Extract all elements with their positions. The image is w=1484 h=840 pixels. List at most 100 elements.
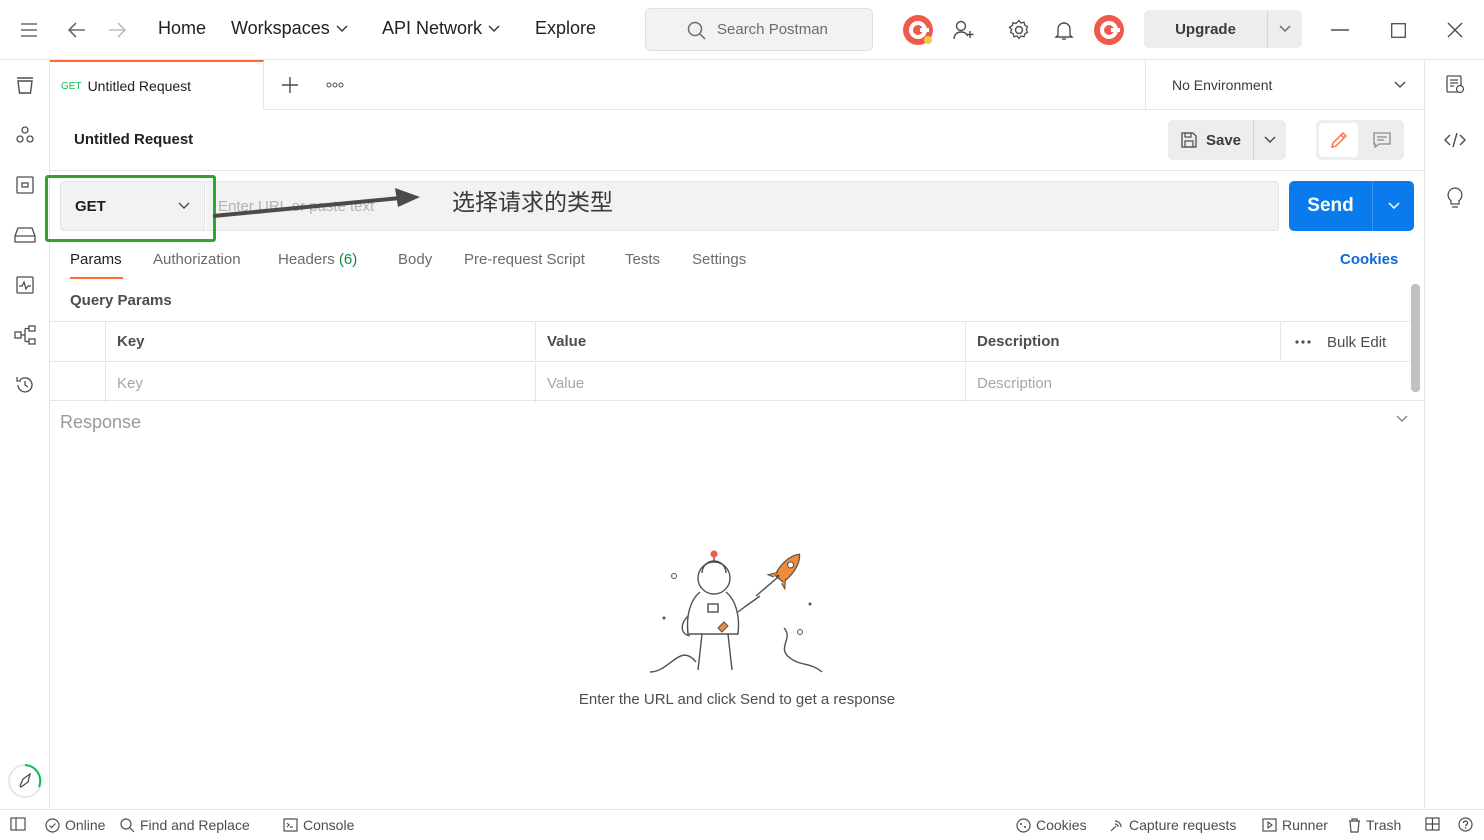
- hamburger-menu-icon[interactable]: [19, 20, 39, 40]
- tab-untitled-request[interactable]: GET Untitled Request: [50, 60, 264, 110]
- nav-home-label: Home: [158, 18, 207, 38]
- chevron-down-icon[interactable]: [1396, 415, 1408, 423]
- chevron-down-icon: [336, 24, 348, 32]
- tab-headers[interactable]: Headers (6): [278, 251, 357, 268]
- query-params-title: Query Params: [70, 292, 172, 309]
- annotation-highlight-box: [45, 175, 216, 242]
- chevron-down-icon: [1387, 202, 1400, 210]
- upgrade-button-group: Upgrade: [1144, 10, 1302, 48]
- tab-tests[interactable]: Tests: [625, 251, 660, 268]
- console-label: Console: [303, 817, 355, 833]
- history-icon[interactable]: [13, 373, 37, 397]
- upgrade-dropdown-button[interactable]: [1268, 10, 1302, 48]
- table-header-row: Key Value Description Bulk Edit: [50, 322, 1410, 362]
- apis-icon[interactable]: [13, 123, 37, 147]
- description-input[interactable]: Description: [965, 363, 1410, 403]
- maximize-window-icon[interactable]: [1388, 20, 1408, 40]
- environments-icon[interactable]: [13, 173, 37, 197]
- tab-params[interactable]: Params: [70, 251, 122, 268]
- request-title[interactable]: Untitled Request: [74, 131, 193, 148]
- chevron-down-icon: [1394, 81, 1406, 89]
- comments-mode-button[interactable]: [1362, 123, 1401, 157]
- workspace-avatar-icon[interactable]: [902, 14, 934, 46]
- toggle-sidebar-button[interactable]: [10, 817, 26, 831]
- tab-pre-request-script[interactable]: Pre-request Script: [464, 251, 585, 268]
- trash-button[interactable]: Trash: [1348, 817, 1401, 833]
- empty-response-message: Enter the URL and click Send to get a re…: [578, 691, 896, 708]
- runner-label: Runner: [1282, 817, 1328, 833]
- nav-home[interactable]: Home: [158, 18, 206, 39]
- headers-count: (6): [338, 251, 358, 268]
- online-status[interactable]: Online: [45, 817, 105, 833]
- find-replace-label: Find and Replace: [140, 817, 250, 833]
- send-button[interactable]: Send: [1289, 181, 1373, 231]
- flows-icon[interactable]: [13, 323, 37, 347]
- environment-label: No Environment: [1172, 77, 1273, 93]
- save-dropdown-button[interactable]: [1254, 120, 1286, 160]
- tab-headers-label: Headers: [278, 251, 335, 268]
- nav-api-network-label: API Network: [382, 18, 483, 38]
- back-arrow-icon[interactable]: [66, 19, 88, 41]
- invite-user-icon[interactable]: [952, 19, 976, 41]
- help-button[interactable]: [1458, 817, 1473, 832]
- pencil-icon: [1330, 132, 1347, 148]
- sidebar-toggle-icon: [10, 817, 26, 831]
- key-input[interactable]: Key: [105, 363, 535, 403]
- two-pane-view-button[interactable]: [1425, 817, 1440, 831]
- send-dropdown-button[interactable]: [1373, 181, 1414, 231]
- code-snippet-icon[interactable]: [1444, 129, 1466, 151]
- chevron-down-icon: [488, 24, 500, 32]
- bulk-edit-button[interactable]: Bulk Edit: [1327, 334, 1386, 351]
- nav-workspaces-label: Workspaces: [231, 18, 330, 38]
- cookie-icon: [1016, 817, 1031, 833]
- environment-quick-look-icon[interactable]: [1444, 73, 1466, 95]
- help-icon: [1458, 817, 1473, 832]
- nav-api-network[interactable]: API Network: [382, 18, 500, 39]
- column-header-value: Value: [535, 322, 965, 361]
- cookies-link[interactable]: Cookies: [1340, 251, 1398, 268]
- rocket-bootcamp-icon[interactable]: [7, 763, 43, 799]
- capture-requests-button[interactable]: Capture requests: [1109, 817, 1236, 833]
- tab-body[interactable]: Body: [398, 251, 432, 268]
- two-pane-icon: [1425, 817, 1440, 831]
- more-tabs-icon[interactable]: [324, 75, 346, 95]
- console-button[interactable]: Console: [283, 817, 354, 833]
- nav-explore[interactable]: Explore: [535, 18, 596, 39]
- lightbulb-info-icon[interactable]: [1444, 187, 1466, 209]
- nav-workspaces[interactable]: Workspaces: [231, 18, 348, 39]
- send-button-group: Send: [1289, 181, 1414, 231]
- capture-requests-label: Capture requests: [1129, 817, 1237, 833]
- search-box[interactable]: Search Postman: [645, 8, 873, 51]
- save-button-group: Save: [1168, 120, 1286, 160]
- tab-settings[interactable]: Settings: [692, 251, 746, 268]
- tab-authorization[interactable]: Authorization: [153, 251, 241, 268]
- environment-selector[interactable]: No Environment: [1145, 60, 1424, 110]
- collections-icon[interactable]: [13, 73, 37, 97]
- runner-button[interactable]: Runner: [1262, 817, 1328, 833]
- user-avatar-icon[interactable]: [1093, 14, 1125, 46]
- notifications-bell-icon[interactable]: [1053, 19, 1075, 41]
- edit-mode-button[interactable]: [1319, 123, 1358, 157]
- new-tab-plus-icon[interactable]: [279, 74, 301, 96]
- find-replace-button[interactable]: Find and Replace: [120, 817, 250, 833]
- forward-arrow-icon[interactable]: [106, 19, 128, 41]
- settings-gear-icon[interactable]: [1007, 18, 1031, 42]
- console-icon: [283, 818, 298, 832]
- response-label: Response: [60, 412, 142, 432]
- runner-play-icon: [1262, 818, 1277, 832]
- view-toggle: [1316, 120, 1404, 160]
- minimize-window-icon[interactable]: [1330, 20, 1350, 40]
- more-options-icon[interactable]: [1295, 340, 1311, 344]
- save-button[interactable]: Save: [1168, 120, 1254, 160]
- monitors-icon[interactable]: [13, 273, 37, 297]
- cookies-button[interactable]: Cookies: [1016, 817, 1087, 833]
- mock-servers-icon[interactable]: [13, 223, 37, 247]
- upgrade-button[interactable]: Upgrade: [1144, 10, 1268, 48]
- tab-method-tag: GET: [61, 80, 82, 92]
- table-row: Key Value Description: [50, 363, 1410, 403]
- response-panel-header[interactable]: Response: [50, 400, 1424, 442]
- vertical-scrollbar[interactable]: [1411, 284, 1420, 392]
- close-window-icon[interactable]: [1445, 20, 1465, 40]
- active-tab-underline: [70, 277, 123, 279]
- value-input[interactable]: Value: [535, 363, 965, 403]
